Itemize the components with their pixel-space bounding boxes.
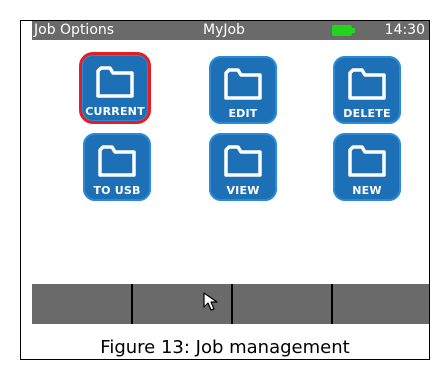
status-bar: Job Options MyJob 14:30 bbox=[32, 21, 429, 40]
edit-job-button[interactable]: EDIT bbox=[209, 56, 277, 124]
current-job-button[interactable]: CURRENT bbox=[79, 52, 151, 124]
folder-icon bbox=[348, 145, 386, 177]
clock: 14:30 bbox=[384, 22, 425, 38]
view-button-label: VIEW bbox=[226, 184, 260, 197]
to-usb-button[interactable]: TO USB bbox=[83, 133, 151, 201]
delete-job-button[interactable]: DELETE bbox=[333, 56, 401, 124]
folder-icon bbox=[224, 145, 262, 177]
mouse-pointer-icon bbox=[203, 292, 218, 311]
folder-icon bbox=[224, 68, 262, 100]
softkey-1[interactable] bbox=[32, 284, 130, 324]
softkey-3[interactable] bbox=[233, 284, 331, 324]
delete-button-label: DELETE bbox=[343, 107, 391, 120]
menu-title: Job Options bbox=[34, 22, 115, 38]
softkey-4[interactable] bbox=[333, 284, 429, 324]
new-button-label: NEW bbox=[352, 184, 382, 197]
device-screen: Job Options MyJob 14:30 CURRENT EDIT DEL… bbox=[32, 21, 429, 325]
figure-frame: Job Options MyJob 14:30 CURRENT EDIT DEL… bbox=[20, 20, 430, 360]
figure-caption: Figure 13: Job management bbox=[100, 337, 350, 358]
job-name: MyJob bbox=[203, 22, 245, 38]
softkey-bar bbox=[32, 284, 429, 324]
folder-icon bbox=[98, 145, 136, 177]
edit-button-label: EDIT bbox=[228, 107, 258, 120]
current-button-label: CURRENT bbox=[85, 105, 145, 118]
battery-icon bbox=[332, 25, 355, 36]
view-job-button[interactable]: VIEW bbox=[209, 133, 277, 201]
folder-icon bbox=[96, 66, 134, 98]
folder-icon bbox=[348, 68, 386, 100]
to-usb-button-label: TO USB bbox=[93, 184, 141, 197]
new-job-button[interactable]: NEW bbox=[333, 133, 401, 201]
